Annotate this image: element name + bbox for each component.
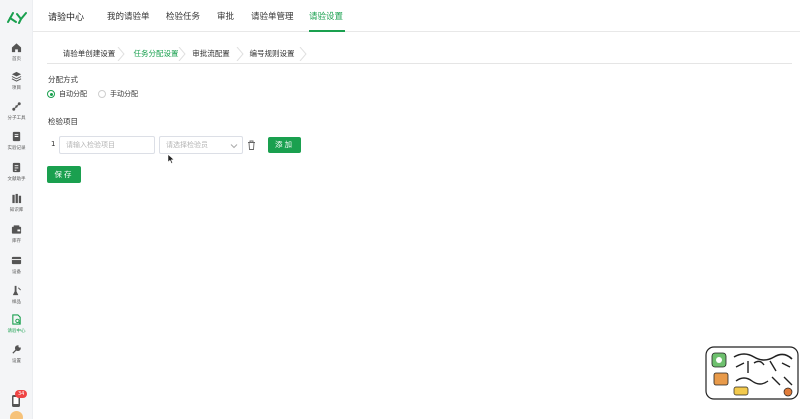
sidebar-item-literature[interactable]: 文献助手: [0, 162, 33, 190]
sidebar-item-knowledge[interactable]: 知识库: [0, 193, 33, 221]
device-icon: [11, 256, 22, 265]
sidebar-item-inspection-center[interactable]: 请验中心: [0, 314, 33, 342]
sample-icon: [12, 285, 21, 296]
inspection-item-input[interactable]: [59, 136, 155, 154]
sidebar-item-settings[interactable]: 设置: [0, 344, 33, 372]
sidebar-item-label: 请验中心: [7, 328, 26, 334]
ky-logo-icon[interactable]: [6, 10, 28, 24]
inspector-select[interactable]: 请选择检验员: [159, 136, 243, 154]
notebook-icon: [12, 131, 21, 142]
chevron-down-icon: [230, 144, 238, 149]
sidebar: 首页 项目 分子工具 实验记录 文献助手 知识库 库存 设备 样品 请验中心 设…: [0, 0, 33, 419]
home-icon: [11, 43, 22, 53]
tab-numbering-rules[interactable]: 编号规则设置: [244, 44, 300, 64]
nav-approval[interactable]: 审批: [217, 10, 234, 22]
tab-separator-icon: [117, 47, 125, 61]
sidebar-item-label: 库存: [11, 238, 21, 244]
tab-separator-icon: [299, 47, 307, 61]
sidebar-item-label: 实验记录: [7, 145, 26, 151]
sidebar-item-inventory[interactable]: 库存: [0, 224, 33, 252]
avatar[interactable]: [10, 411, 23, 419]
notification-badge: 34: [15, 390, 28, 398]
nav-my-requests[interactable]: 我的请验单: [107, 10, 150, 22]
radio-manual-assign[interactable]: 手动分配: [98, 89, 138, 99]
sticker-decoration-icon: [705, 346, 799, 400]
sidebar-item-sample[interactable]: 样品: [0, 285, 33, 313]
notification-button[interactable]: 34: [8, 390, 28, 408]
library-icon: [12, 193, 22, 204]
inspection-icon: [12, 314, 21, 325]
trash-icon[interactable]: [247, 140, 256, 150]
tab-approval-flow[interactable]: 审批流配置: [186, 44, 236, 64]
sidebar-item-label: 样品: [11, 299, 21, 305]
radio-label: 手动分配: [110, 90, 138, 98]
wrench-icon: [12, 345, 21, 354]
sidebar-item-experiment[interactable]: 实验记录: [0, 131, 33, 159]
sidebar-item-device[interactable]: 设备: [0, 255, 33, 283]
radio-unchecked-icon: [98, 90, 106, 98]
radio-auto-assign[interactable]: 自动分配: [47, 89, 87, 99]
inspector-select-placeholder: 请选择检验员: [166, 141, 208, 149]
sidebar-item-label: 文献助手: [7, 176, 26, 182]
tab-separator-icon: [178, 47, 186, 61]
sidebar-item-label: 知识库: [9, 207, 24, 213]
module-title: 请验中心: [48, 13, 85, 23]
sidebar-item-label: 设备: [11, 269, 21, 275]
tab-separator-icon: [236, 47, 244, 61]
row-index: 1: [51, 140, 56, 148]
settings-tabs: 请验单创建设置 任务分配设置 审批流配置 编号规则设置: [47, 44, 792, 64]
molecule-icon: [12, 102, 21, 111]
mouse-cursor-icon: [167, 154, 175, 164]
nav-request-management[interactable]: 请验单管理: [251, 10, 294, 22]
radio-checked-icon: [47, 90, 55, 98]
sidebar-item-label: 首页: [11, 56, 21, 62]
sidebar-item-label: 项目: [11, 85, 21, 91]
sidebar-item-label: 设置: [11, 358, 21, 364]
active-nav-indicator: [309, 30, 345, 32]
inventory-icon: [11, 225, 22, 234]
radio-label: 自动分配: [59, 90, 87, 98]
tab-request-creation[interactable]: 请验单创建设置: [53, 44, 125, 64]
document-icon: [12, 162, 21, 173]
assignment-method-title: 分配方式: [48, 75, 78, 84]
top-navigation: 请验中心 我的请验单 检验任务 审批 请验单管理 请验设置: [33, 0, 800, 32]
add-button[interactable]: 添加: [268, 137, 301, 153]
nav-request-settings[interactable]: 请验设置: [309, 10, 343, 22]
save-button[interactable]: 保存: [47, 166, 81, 183]
sidebar-item-home[interactable]: 首页: [0, 42, 33, 70]
sidebar-item-project[interactable]: 项目: [0, 71, 33, 99]
inspection-items-title: 检验项目: [48, 117, 78, 126]
sidebar-item-label: 分子工具: [7, 115, 26, 121]
nav-inspection-tasks[interactable]: 检验任务: [166, 10, 200, 22]
sidebar-item-molecule[interactable]: 分子工具: [0, 101, 33, 129]
layers-icon: [11, 71, 22, 82]
